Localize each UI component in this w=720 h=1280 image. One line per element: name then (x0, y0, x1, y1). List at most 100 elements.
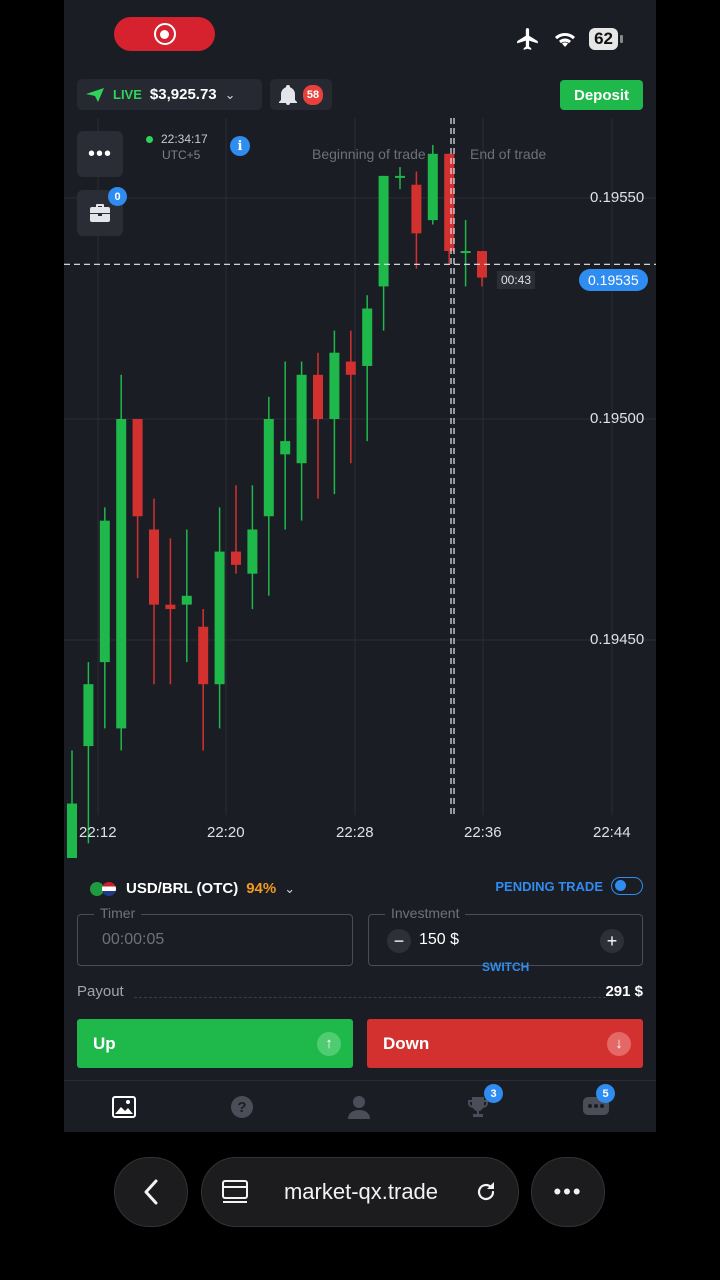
back-button[interactable] (114, 1157, 188, 1227)
deposit-button[interactable]: Deposit (560, 80, 643, 110)
payout-label: Payout (77, 983, 124, 1000)
candle-down (313, 374, 323, 419)
asset-name: USD/BRL (OTC) (126, 880, 239, 897)
bottom-nav: ? 3 5 (64, 1080, 656, 1132)
chevron-left-icon (144, 1179, 158, 1205)
candle-up (378, 175, 389, 287)
price-chart[interactable] (64, 118, 656, 858)
decrease-investment-button[interactable]: − (387, 929, 411, 953)
send-icon (86, 87, 104, 102)
timer-value: 00:00:05 (102, 931, 165, 948)
more-icon: ••• (87, 143, 112, 165)
tournaments-badge: 3 (484, 1084, 503, 1103)
timer-field[interactable]: Timer 00:00:05 (77, 905, 353, 966)
nav-tournaments[interactable]: 3 (464, 1084, 503, 1121)
investment-value: 150 $ (419, 931, 460, 948)
candle-up (214, 551, 225, 685)
airplane-icon (517, 28, 538, 50)
pending-trade-toggle[interactable]: PENDING TRADE (495, 877, 643, 895)
candle-up (460, 251, 471, 254)
countdown-label: 00:43 (497, 271, 536, 289)
investment-label: Investment (385, 905, 466, 921)
account-selector[interactable]: LIVE $3,925.73 ⌄ (77, 79, 262, 110)
chevron-down-icon: ⌄ (224, 86, 236, 102)
candle-down (198, 626, 209, 685)
time-tick: 22:20 (207, 824, 245, 841)
screen-record-indicator[interactable] (114, 17, 215, 51)
candle-up (83, 684, 94, 747)
time-tick: 22:12 (79, 824, 117, 841)
candle-down (411, 184, 422, 234)
toggle-switch[interactable] (611, 877, 643, 895)
time-tick: 22:44 (593, 824, 631, 841)
nav-help[interactable]: ? (228, 1093, 256, 1121)
candle-down (149, 529, 159, 605)
beginning-of-trade-label: Beginning of trade (312, 146, 426, 162)
candle-up (395, 175, 405, 178)
candle-up (247, 529, 258, 574)
currency-flags-icon (90, 881, 118, 896)
asset-payout-percent: 94% (246, 880, 277, 897)
chat-badge: 5 (596, 1084, 615, 1103)
timer-label: Timer (94, 905, 142, 921)
candle-up (67, 803, 77, 858)
down-button[interactable]: Down ↓ (367, 1019, 643, 1068)
increase-investment-button[interactable]: + (600, 929, 624, 953)
chart-clock: 22:34:17 UTC+5 (146, 131, 208, 163)
chart-picture-icon (112, 1096, 136, 1118)
battery-icon: 62 (589, 28, 623, 50)
notifications-badge: 58 (302, 84, 324, 105)
candle-down (444, 153, 455, 252)
nav-chart[interactable] (110, 1093, 138, 1121)
up-label: Up (93, 1033, 116, 1053)
candle-up (181, 595, 192, 605)
nav-chat[interactable]: 5 (582, 1084, 615, 1121)
url-text: market-qx.trade (283, 1179, 439, 1204)
candle-up (99, 520, 110, 663)
investment-field[interactable]: Investment − 150 $ + (368, 905, 643, 966)
candle-down (165, 604, 176, 610)
notifications-button[interactable]: 58 (270, 79, 332, 110)
price-tick: 0.19500 (590, 410, 645, 427)
info-icon[interactable]: i (230, 136, 250, 156)
account-balance: $3,925.73 (149, 86, 217, 103)
asset-selector[interactable]: USD/BRL (OTC) 94% ⌄ (90, 880, 295, 897)
end-of-trade-label: End of trade (470, 146, 547, 162)
clock-timezone: UTC+5 (162, 148, 201, 162)
tabs-icon (222, 1180, 248, 1203)
help-icon: ? (231, 1096, 253, 1118)
candle-up (263, 419, 274, 517)
payout-value: 291 $ (605, 983, 643, 1000)
candle-down (132, 419, 143, 517)
time-tick: 22:36 (464, 824, 502, 841)
wifi-icon (555, 33, 576, 47)
pending-trade-label: PENDING TRADE (495, 878, 603, 894)
candle-up (362, 308, 373, 366)
price-tick: 0.19450 (590, 631, 645, 648)
switch-button[interactable]: SWITCH (482, 960, 529, 974)
browser-menu-button[interactable]: ••• (531, 1157, 605, 1227)
candle-down (345, 361, 356, 375)
payout-row: Payout 291 $ (77, 983, 643, 1000)
candle-up (116, 419, 127, 729)
svg-text:?: ? (237, 1099, 246, 1116)
arrow-down-icon: ↓ (607, 1031, 631, 1056)
app-screen: 62 LIVE $3,925.73 ⌄ 58 Deposit 22:34:17 … (64, 0, 656, 1280)
reload-icon[interactable] (474, 1180, 498, 1204)
bell-icon (278, 84, 297, 105)
status-bar: 62 (515, 26, 623, 52)
candle-down (231, 551, 241, 565)
briefcase-icon (90, 204, 110, 222)
record-icon (153, 23, 176, 45)
nav-profile[interactable] (345, 1093, 373, 1121)
arrow-up-icon: ↑ (317, 1031, 341, 1056)
online-dot (146, 136, 153, 143)
up-button[interactable]: Up ↑ (77, 1019, 353, 1068)
more-icon: ••• (553, 1179, 583, 1204)
account-mode: LIVE (113, 87, 142, 102)
candle-up (296, 374, 307, 464)
url-bar[interactable]: market-qx.trade (201, 1157, 519, 1227)
chevron-down-icon: ⌄ (284, 880, 296, 896)
chart-menu-button[interactable]: ••• (77, 131, 123, 177)
current-price-tag: 0.19535 (579, 269, 648, 291)
